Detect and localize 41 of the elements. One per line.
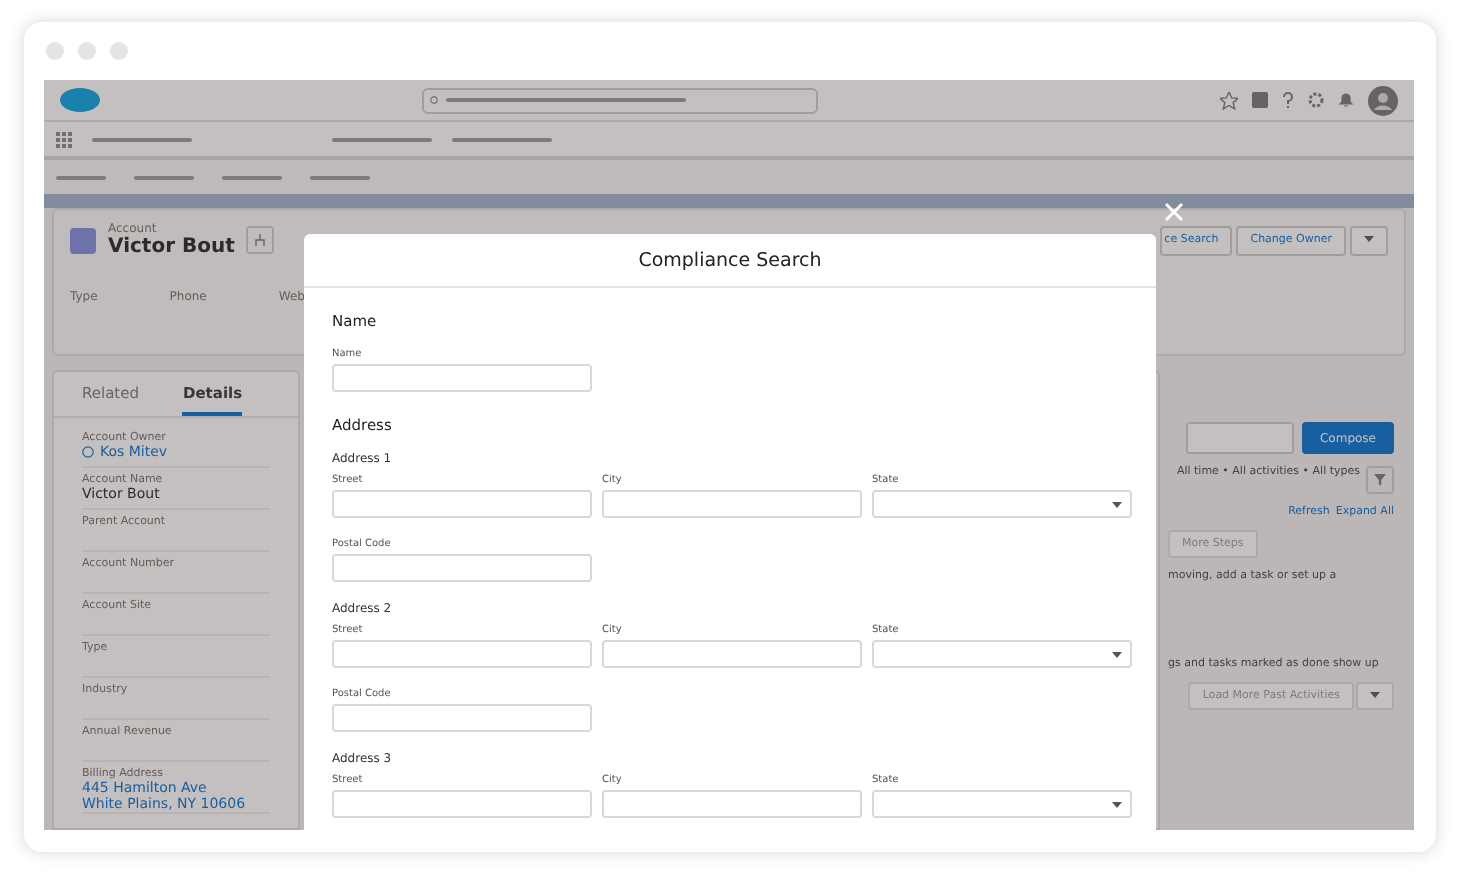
input-field[interactable] (602, 490, 862, 518)
select-field[interactable] (872, 640, 1132, 668)
more-actions-button[interactable] (1350, 225, 1388, 255)
email-field[interactable] (1185, 422, 1294, 454)
hierarchy-icon (254, 234, 267, 246)
close-icon[interactable] (1164, 202, 1184, 222)
app-grid-icon[interactable] (56, 131, 72, 147)
select-field[interactable] (872, 790, 1132, 818)
window-dot (110, 42, 128, 60)
cloud-logo-icon (60, 88, 100, 112)
hierarchy-button[interactable] (246, 226, 275, 254)
bell-icon[interactable] (1338, 92, 1354, 108)
input-field[interactable] (332, 640, 592, 668)
record-name: Victor Bout (108, 236, 235, 258)
search-icon (430, 95, 440, 105)
caret-icon (1370, 692, 1380, 698)
input-field[interactable] (332, 704, 592, 732)
load-more-menu-button[interactable] (1356, 682, 1394, 710)
input-field[interactable] (602, 790, 862, 818)
account-icon (70, 227, 96, 253)
input-field[interactable] (332, 490, 592, 518)
caret-icon (1364, 236, 1374, 242)
caret-icon (1112, 801, 1122, 807)
input-field[interactable] (332, 554, 592, 582)
star-icon[interactable] (1220, 91, 1238, 109)
caret-icon (1112, 501, 1122, 507)
input-field[interactable] (332, 364, 592, 392)
filter-icon (1374, 474, 1386, 486)
filter-button[interactable] (1366, 466, 1394, 494)
help-icon[interactable] (1282, 92, 1294, 108)
caret-icon (1112, 651, 1122, 657)
input-field[interactable] (602, 640, 862, 668)
window-dot (46, 42, 64, 60)
window-dot (78, 42, 96, 60)
select-field[interactable] (872, 490, 1132, 518)
settings-icon[interactable] (1308, 92, 1324, 108)
modal-title: Compliance Search (304, 234, 1156, 288)
input-field[interactable] (332, 790, 592, 818)
search-field[interactable] (422, 87, 818, 113)
avatar-icon[interactable] (1368, 85, 1398, 115)
user-icon (82, 446, 94, 458)
